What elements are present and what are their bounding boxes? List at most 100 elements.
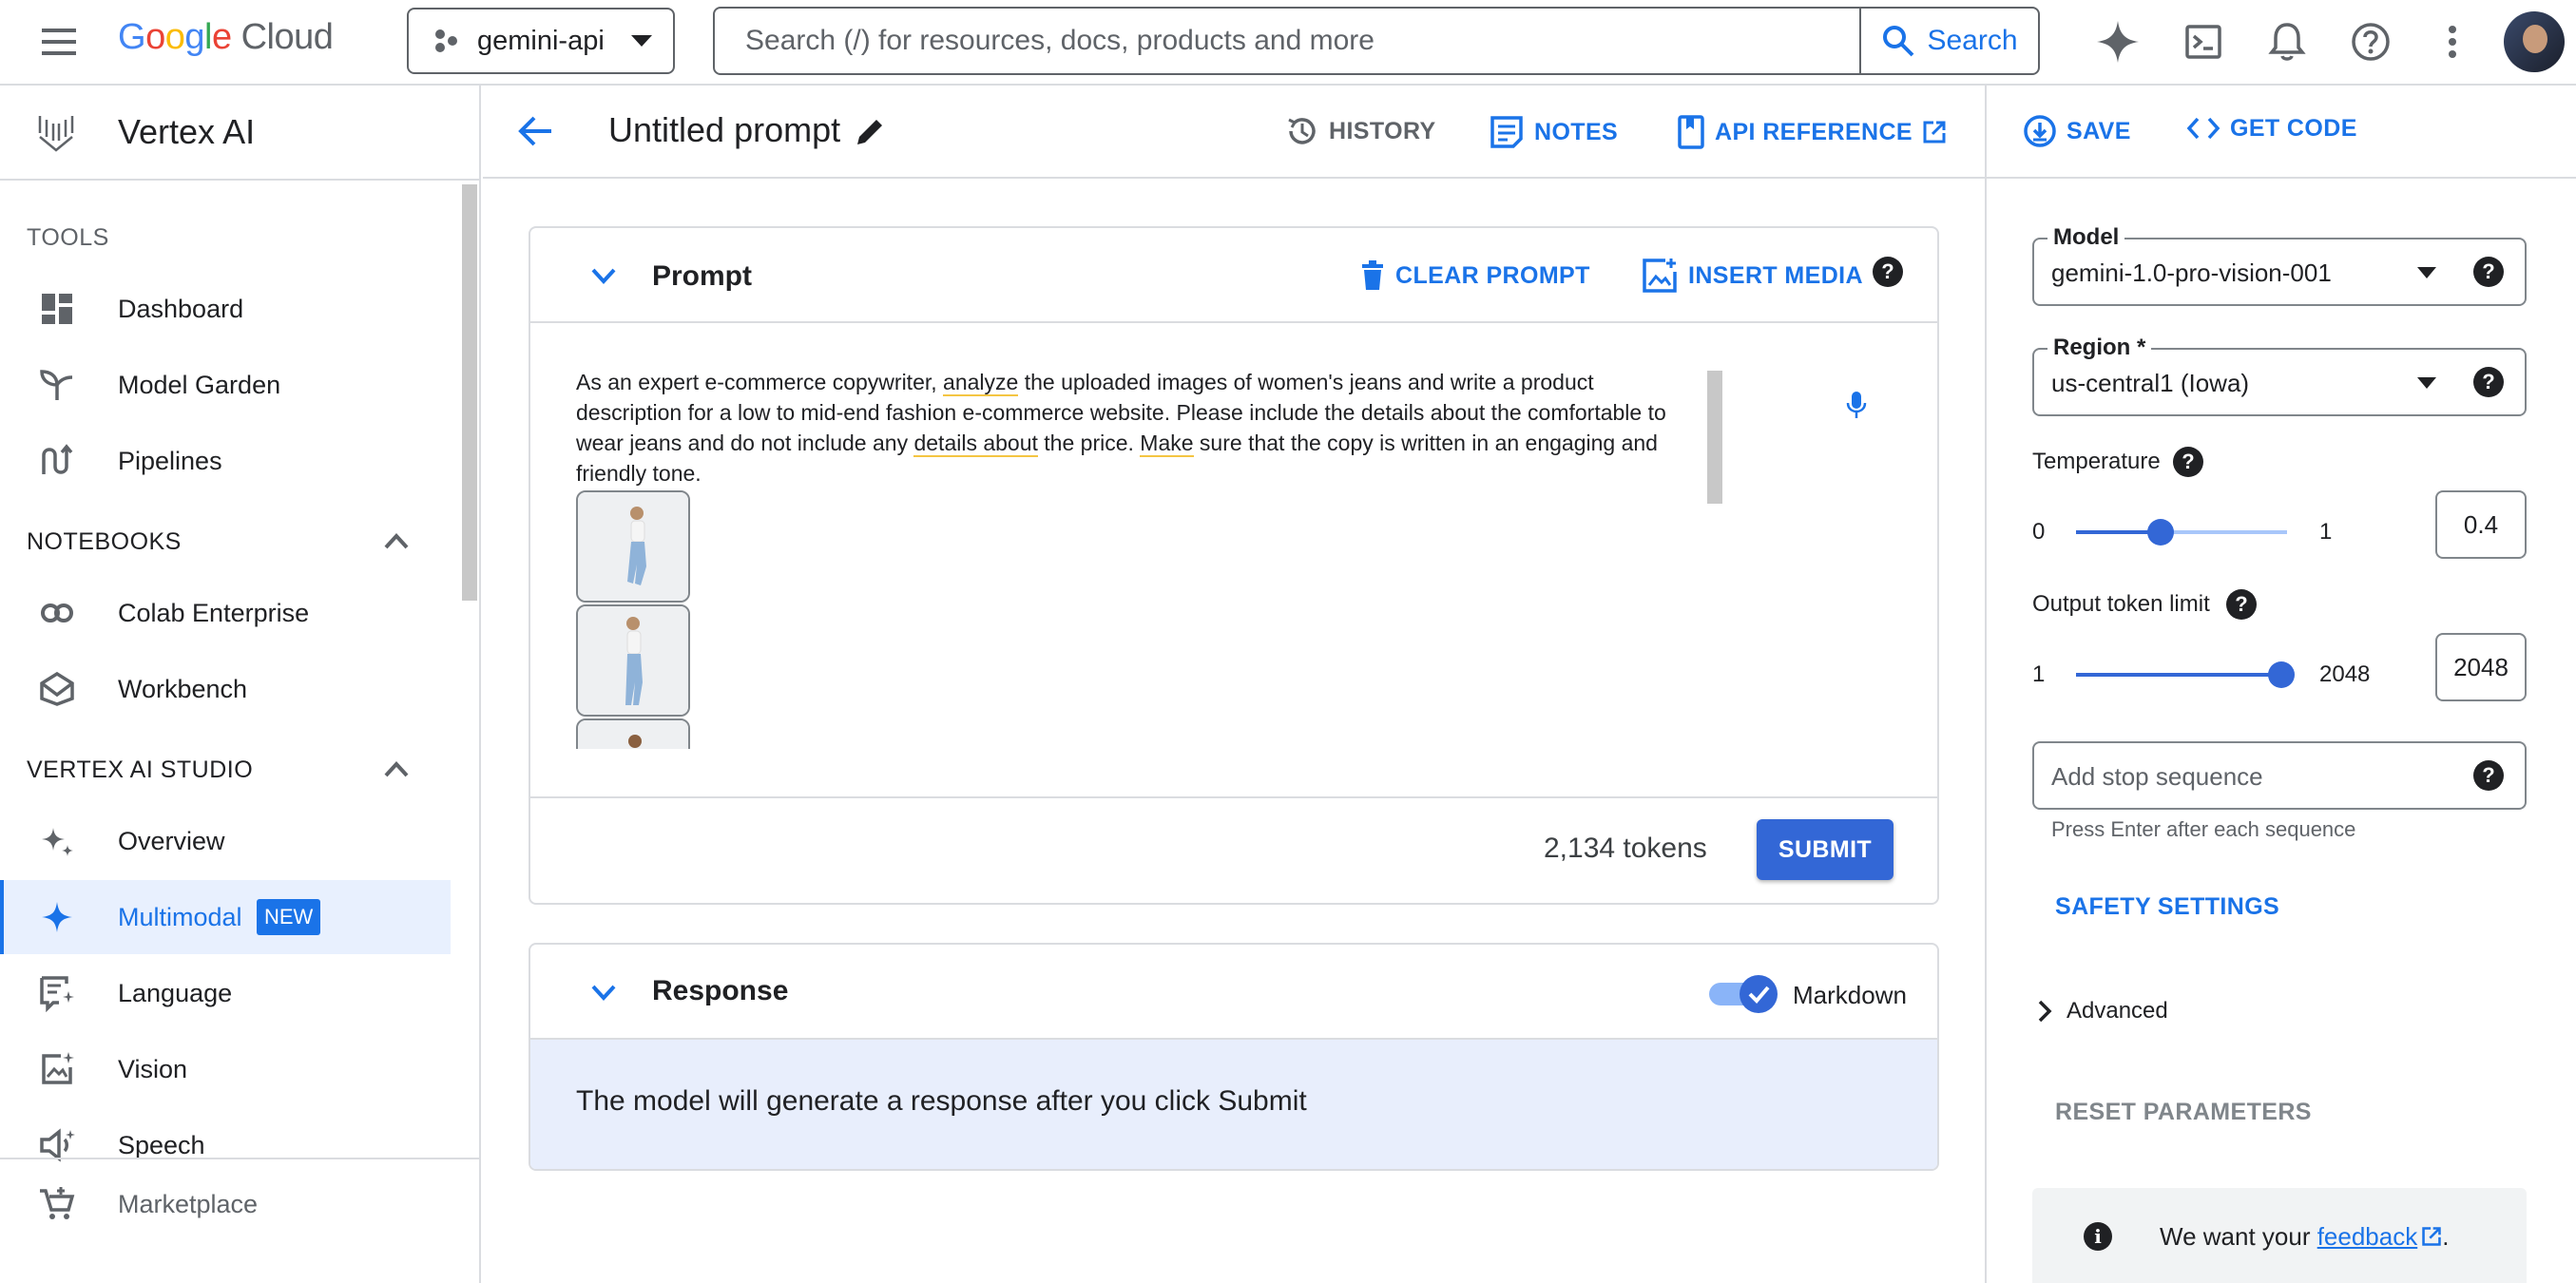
reset-parameters-button[interactable]: RESET PARAMETERS [2055, 1099, 2312, 1126]
save-button[interactable]: SAVE [2023, 114, 2131, 148]
project-icon [435, 29, 457, 52]
avatar[interactable] [2504, 11, 2565, 72]
open-in-new-icon[interactable] [2421, 1226, 2442, 1247]
response-placeholder: The model will generate a response after… [576, 1085, 1307, 1117]
token-count: 2,134 tokens [1544, 833, 1707, 864]
response-card: Response Markdown The model will generat… [529, 943, 1939, 1171]
more-options-button[interactable] [2441, 23, 2464, 61]
search-button-label: Search [1927, 25, 2018, 56]
edit-title-button[interactable] [854, 116, 886, 148]
token-slider-handle[interactable] [2268, 661, 2295, 688]
prompt-text-part: Make [1140, 431, 1194, 457]
main-menu-button[interactable] [38, 23, 80, 61]
sidebar-item-colab-enterprise[interactable]: Colab Enterprise [0, 576, 451, 650]
search-button[interactable]: Search [1859, 9, 2038, 73]
nav-scrollbar[interactable] [462, 184, 477, 601]
clear-prompt-button[interactable]: CLEAR PROMPT [1359, 260, 1590, 291]
sidebar-item-multimodal[interactable]: Multimodal NEW [0, 880, 451, 954]
prompt-scrollbar[interactable] [1707, 371, 1722, 504]
chevron-down-icon[interactable] [587, 975, 620, 1007]
temperature-slider-handle[interactable] [2147, 519, 2174, 546]
sidebar-item-dashboard[interactable]: Dashboard [0, 272, 451, 346]
product-title: Vertex AI [118, 112, 256, 151]
microphone-button[interactable] [1846, 390, 1867, 420]
google-cloud-logo[interactable]: Google Cloud [118, 17, 334, 67]
logo-cloud: Cloud [240, 17, 334, 57]
sidebar-item-overview[interactable]: Overview [0, 804, 451, 878]
add-photo-icon [1643, 259, 1677, 293]
insert-media-label: INSERT MEDIA [1688, 261, 1863, 289]
sidebar-item-pipelines[interactable]: Pipelines [0, 424, 451, 498]
prompt-text-part: the price. [1037, 431, 1141, 455]
help-button[interactable] [2350, 21, 2392, 63]
collapse-chevron-up-icon[interactable] [380, 525, 413, 557]
sidebar-item-vision[interactable]: Vision [0, 1032, 451, 1106]
sidebar-item-workbench[interactable]: Workbench [0, 652, 451, 726]
markdown-toggle[interactable] [1709, 973, 1778, 1013]
search-bar: Search [713, 7, 2040, 75]
chevron-down-icon[interactable] [587, 259, 620, 291]
open-in-new-icon [1923, 121, 1946, 144]
notes-button[interactable]: NOTES [1489, 114, 1618, 150]
submit-button[interactable]: SUBMIT [1757, 819, 1894, 880]
sparkle-icon [2097, 21, 2139, 63]
notifications-button[interactable] [2268, 21, 2306, 63]
token-limit-input[interactable]: 2048 [2435, 633, 2527, 701]
gemini-assist-button[interactable] [2095, 19, 2141, 65]
help-circle-icon[interactable]: ? [2226, 589, 2257, 620]
advanced-label: Advanced [2067, 998, 2168, 1024]
back-button[interactable] [517, 112, 555, 150]
region-value: us-central1 (Iowa) [2051, 369, 2250, 397]
sparkle-overview-icon [42, 828, 73, 856]
vision-icon [42, 1052, 74, 1084]
help-circle-icon[interactable]: ? [1873, 257, 1903, 287]
help-circle-icon[interactable]: ? [2173, 447, 2203, 477]
help-circle-icon[interactable]: ? [2473, 760, 2504, 791]
stop-sequence-hint: Press Enter after each sequence [2051, 817, 2356, 841]
vertex-ai-studio-section-header[interactable]: VERTEX AI STUDIO [27, 756, 253, 784]
model-select[interactable]: Model gemini-1.0-pro-vision-001 ? [2032, 224, 2527, 306]
advanced-toggle[interactable]: Advanced [2032, 998, 2168, 1024]
hamburger-icon [42, 29, 76, 55]
search-icon [1883, 26, 1914, 57]
token-slider-fill [2076, 673, 2281, 677]
region-select[interactable]: Region * us-central1 (Iowa) ? [2032, 335, 2527, 416]
dropdown-arrow-icon [2417, 377, 2436, 389]
feedback-link[interactable]: feedback [2317, 1222, 2418, 1251]
sidebar-item-label: Multimodal [118, 902, 242, 931]
sidebar-item-label: Dashboard [118, 294, 244, 323]
cloud-shell-button[interactable] [2184, 23, 2222, 61]
api-reference-link[interactable]: API REFERENCE [1677, 114, 1947, 150]
sidebar-item-language[interactable]: Language [0, 956, 451, 1030]
language-icon [40, 976, 74, 1012]
collapse-chevron-up-icon[interactable] [380, 753, 413, 785]
project-picker[interactable]: gemini-api [407, 8, 675, 74]
sidebar-item-label: Colab Enterprise [118, 598, 310, 627]
sidebar-item-label: Model Garden [118, 370, 281, 399]
notebooks-section-header[interactable]: NOTEBOOKS [27, 528, 182, 556]
prompt-text-part: details about [913, 431, 1038, 457]
help-circle-icon[interactable]: ? [2473, 367, 2504, 397]
clear-prompt-label: CLEAR PROMPT [1395, 261, 1590, 289]
prompt-textarea[interactable]: As an expert e-commerce copywriter, anal… [576, 367, 1669, 488]
insert-media-button[interactable]: INSERT MEDIA [1641, 257, 1863, 295]
stop-sequence-field[interactable]: Add stop sequence ? [2032, 741, 2527, 810]
trash-icon [1362, 260, 1383, 290]
sidebar-item-marketplace[interactable]: Marketplace [0, 1167, 479, 1241]
feedback-text: We want your feedback. [2160, 1222, 2449, 1252]
bell-icon [2268, 23, 2306, 61]
search-input[interactable] [715, 9, 1859, 73]
sidebar-item-label: Speech [118, 1130, 205, 1159]
sidebar-item-label: Pipelines [118, 446, 222, 475]
help-circle-icon[interactable]: ? [2473, 257, 2504, 287]
get-code-button[interactable]: GET CODE [2186, 114, 2357, 143]
sidebar-item-label: Marketplace [118, 1189, 259, 1218]
sidebar-item-label: Language [118, 978, 233, 1007]
safety-settings-button[interactable]: SAFETY SETTINGS [2055, 893, 2279, 921]
history-button[interactable]: HISTORY [1285, 114, 1436, 148]
pencil-icon [857, 120, 882, 144]
notes-label: NOTES [1534, 118, 1619, 145]
get-code-label: GET CODE [2230, 114, 2357, 142]
temperature-input[interactable]: 0.4 [2435, 490, 2527, 559]
sidebar-item-model-garden[interactable]: Model Garden [0, 348, 451, 422]
